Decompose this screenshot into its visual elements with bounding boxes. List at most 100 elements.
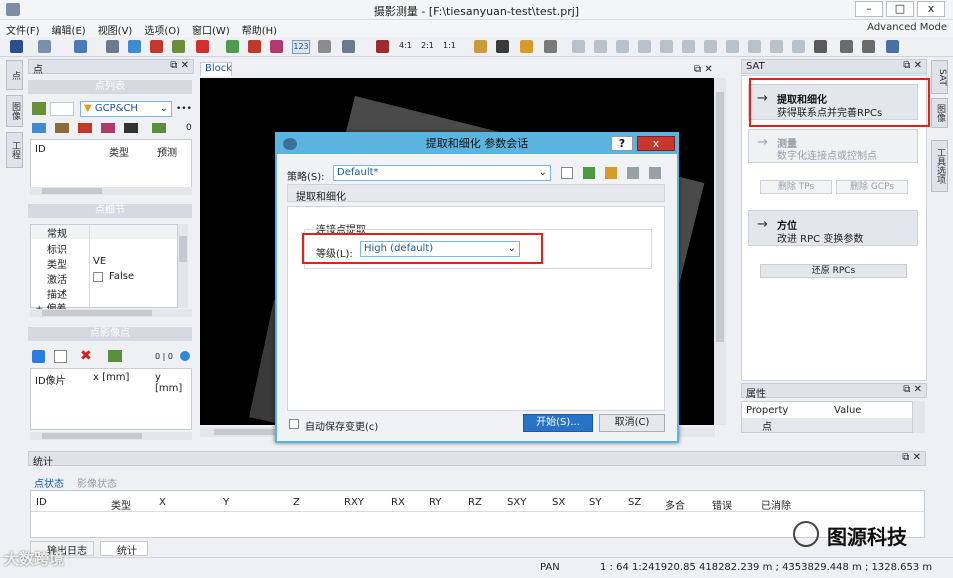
more-options-button[interactable]: ••• bbox=[176, 104, 192, 114]
zoom-1-1-button[interactable]: 1:1 bbox=[443, 41, 456, 50]
props-float-close-icon[interactable]: ⧉ ✕ bbox=[903, 384, 922, 395]
menu-file[interactable]: 文件(F) bbox=[0, 20, 46, 37]
col-property[interactable]: Property bbox=[746, 405, 788, 416]
point-tool-3-icon[interactable] bbox=[78, 123, 92, 133]
person-icon[interactable] bbox=[814, 40, 827, 53]
check-list-icon[interactable] bbox=[152, 123, 166, 133]
delete-strategy-icon[interactable] bbox=[649, 167, 661, 179]
autosave-checkbox[interactable] bbox=[289, 419, 299, 429]
measure-icon[interactable] bbox=[150, 40, 163, 53]
strategy-select[interactable]: Default* ⌄ bbox=[333, 165, 551, 181]
tab-statistics[interactable]: 统计 bbox=[100, 541, 148, 557]
col-x-mm[interactable]: x [mm] bbox=[93, 372, 129, 383]
tab-image-status[interactable]: 影像状态 bbox=[77, 475, 117, 490]
maximize-button[interactable]: □ bbox=[886, 1, 914, 17]
robot-2-icon[interactable] bbox=[862, 40, 875, 53]
col-value[interactable]: Value bbox=[834, 405, 861, 416]
sat-card-orientation[interactable]: → 方位 改进 RPC 变换参数 bbox=[748, 210, 918, 246]
robot-icon[interactable] bbox=[840, 40, 853, 53]
stats-col-rxy[interactable]: RXY bbox=[344, 497, 364, 508]
stats-col-sxy[interactable]: SXY bbox=[507, 497, 526, 508]
contrast-icon[interactable] bbox=[496, 40, 509, 53]
minimize-button[interactable]: – bbox=[855, 1, 883, 17]
image-point-hscroll[interactable] bbox=[30, 432, 192, 440]
zoom-2-1-button[interactable]: 2:1 bbox=[421, 41, 434, 50]
image-tool-3-icon[interactable] bbox=[616, 40, 629, 53]
col-predicted[interactable]: 预测 bbox=[157, 144, 177, 159]
start-button[interactable]: 开始(S)... bbox=[523, 414, 593, 432]
new-strategy-icon[interactable] bbox=[561, 167, 573, 179]
vtab-point[interactable]: 点 bbox=[6, 60, 23, 90]
point-tool-4-icon[interactable] bbox=[101, 123, 115, 133]
select-icon[interactable] bbox=[106, 40, 119, 53]
binoculars-icon[interactable] bbox=[124, 123, 138, 133]
col-y-mm[interactable]: y [mm] bbox=[155, 372, 191, 394]
pan-hand-icon[interactable] bbox=[318, 40, 331, 53]
vtab-sat[interactable]: SAT bbox=[931, 60, 948, 94]
stats-table[interactable]: ID 类型 X Y Z RXY RX RY RZ SXY SX SY SZ 多合… bbox=[30, 490, 925, 538]
sat-card-measure[interactable]: → 测量 数字化连接点或控制点 bbox=[748, 129, 918, 163]
stats-col-sy[interactable]: SY bbox=[589, 497, 601, 508]
detail-value-type[interactable]: VE bbox=[93, 256, 106, 267]
vtab-tool-options[interactable]: 工具选项 bbox=[931, 140, 948, 192]
save-icon[interactable] bbox=[10, 40, 23, 53]
restore-rpcs-button[interactable]: 还原 RPCs bbox=[760, 264, 907, 278]
block-float-close-icon[interactable]: ⧉ ✕ bbox=[694, 64, 713, 75]
image-point-table[interactable]: ID像片 x [mm] y [mm] bbox=[30, 368, 192, 430]
import-points-icon[interactable] bbox=[32, 102, 46, 115]
brightness-icon[interactable] bbox=[474, 40, 487, 53]
image-tool-6-icon[interactable] bbox=[726, 40, 739, 53]
image-tool-9-icon[interactable] bbox=[792, 40, 805, 53]
edit-icon[interactable] bbox=[172, 40, 185, 53]
stats-col-x[interactable]: X bbox=[159, 497, 166, 508]
sat-float-close-icon[interactable]: ⧉ ✕ bbox=[903, 60, 922, 71]
point-tool-2-icon[interactable] bbox=[55, 123, 69, 133]
refresh-strategy-icon[interactable] bbox=[583, 167, 595, 179]
stats-col-y[interactable]: Y bbox=[223, 497, 229, 508]
props-vscroll[interactable] bbox=[913, 401, 925, 433]
stats-col-id[interactable]: ID bbox=[36, 497, 47, 508]
col-id[interactable]: ID bbox=[35, 144, 46, 155]
cancel-button[interactable]: 取消(C) bbox=[599, 414, 665, 432]
image-tool-7-icon[interactable] bbox=[748, 40, 761, 53]
col-image-id[interactable]: ID像片 bbox=[35, 372, 66, 387]
stats-col-z[interactable]: Z bbox=[293, 497, 300, 508]
stats-col-ry[interactable]: RY bbox=[429, 497, 441, 508]
checkbox-checked-icon[interactable] bbox=[32, 350, 45, 363]
point-tool-1-icon[interactable] bbox=[32, 123, 46, 133]
close-view-icon[interactable] bbox=[376, 40, 389, 53]
delete-image-point-icon[interactable]: ✖ bbox=[80, 348, 92, 364]
image-tool-1-icon[interactable] bbox=[572, 40, 585, 53]
stats-col-error[interactable]: 错误 bbox=[712, 497, 732, 512]
point-tool-icon[interactable] bbox=[74, 40, 87, 53]
point-image-section[interactable]: 点影像点 bbox=[28, 327, 192, 341]
image-tool-4-icon[interactable] bbox=[638, 40, 651, 53]
settings-icon[interactable] bbox=[38, 40, 51, 53]
import-icon[interactable] bbox=[226, 40, 239, 53]
block-vscroll[interactable] bbox=[714, 78, 726, 425]
menu-edit[interactable]: 编辑(E) bbox=[46, 20, 92, 37]
link-icon[interactable] bbox=[544, 40, 557, 53]
check-tool-icon[interactable] bbox=[886, 40, 899, 53]
point-search-input[interactable] bbox=[50, 102, 74, 116]
image-tool-2-icon[interactable] bbox=[594, 40, 607, 53]
stats-col-removed[interactable]: 已消除 bbox=[761, 497, 791, 512]
tab-point-status[interactable]: 点状态 bbox=[34, 475, 64, 490]
menu-options[interactable]: 选项(O) bbox=[138, 20, 186, 37]
tab-extract-refine[interactable]: 提取和细化 bbox=[287, 184, 665, 203]
col-type[interactable]: 类型 bbox=[109, 144, 129, 159]
dialog-help-button[interactable]: ? bbox=[611, 136, 633, 151]
menu-window[interactable]: 窗口(W) bbox=[186, 20, 236, 37]
stats-float-close-icon[interactable]: ⧉ ✕ bbox=[902, 452, 921, 463]
cut-icon[interactable] bbox=[270, 40, 283, 53]
remove-icon[interactable] bbox=[248, 40, 261, 53]
globe-icon[interactable] bbox=[180, 351, 190, 361]
view-icon[interactable] bbox=[342, 40, 355, 53]
point-detail-section[interactable]: 点细节 bbox=[28, 204, 192, 218]
checkbox-empty-icon[interactable] bbox=[54, 350, 67, 363]
point-detail-vscroll[interactable] bbox=[178, 224, 188, 308]
lock-icon[interactable] bbox=[520, 40, 533, 53]
copy-strategy-icon[interactable] bbox=[627, 167, 639, 179]
point-list-hscroll[interactable] bbox=[30, 187, 192, 195]
point-detail-hscroll[interactable] bbox=[30, 309, 192, 317]
